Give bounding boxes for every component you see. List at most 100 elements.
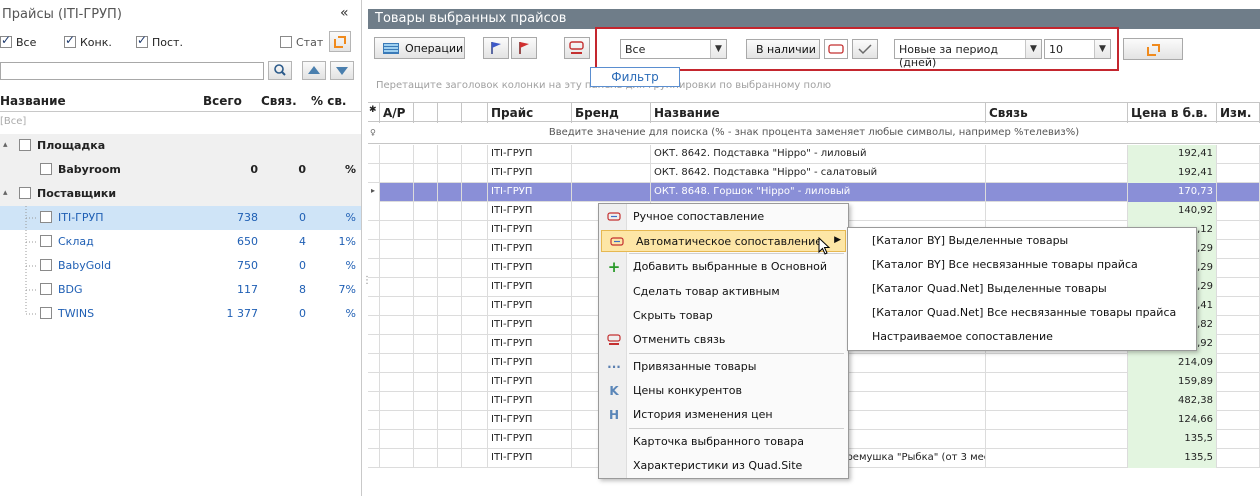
- cell-price[interactable]: 192,41: [1128, 145, 1217, 164]
- menu-item[interactable]: Характеристики из Quad.Site: [599, 455, 848, 477]
- submenu-item[interactable]: [Каталог Quad.Net] Выделенные товары: [848, 278, 1196, 300]
- row-indicator[interactable]: [368, 449, 380, 468]
- table-cell[interactable]: [414, 297, 438, 316]
- row-indicator[interactable]: [368, 202, 380, 221]
- table-cell[interactable]: [380, 335, 414, 354]
- refresh-button[interactable]: [329, 31, 351, 52]
- collapse-icon[interactable]: ▴: [3, 140, 8, 150]
- table-cell[interactable]: [414, 430, 438, 449]
- table-cell[interactable]: [986, 164, 1128, 183]
- in-stock-button[interactable]: В наличии: [746, 39, 820, 59]
- table-cell[interactable]: [380, 278, 414, 297]
- table-cell[interactable]: [380, 354, 414, 373]
- submenu-item[interactable]: Настраиваемое сопоставление: [848, 326, 1196, 348]
- table-cell[interactable]: [380, 183, 414, 202]
- column-change[interactable]: Изм.: [1217, 103, 1260, 123]
- submenu-item[interactable]: [Каталог BY] Все несвязанные товары прай…: [848, 254, 1196, 276]
- table-cell[interactable]: [1217, 240, 1260, 259]
- menu-item[interactable]: Карточка выбранного товара: [599, 431, 848, 453]
- column-name[interactable]: Название: [651, 103, 986, 123]
- table-cell[interactable]: [380, 240, 414, 259]
- table-cell[interactable]: [438, 392, 462, 411]
- row-indicator[interactable]: [368, 145, 380, 164]
- table-cell[interactable]: [380, 297, 414, 316]
- tree-group-checkbox[interactable]: [19, 187, 31, 199]
- filter-suppliers-checkbox[interactable]: [136, 33, 148, 48]
- cell-price[interactable]: 135,5: [1128, 430, 1217, 449]
- table-cell[interactable]: [462, 202, 488, 221]
- filter-all-checkbox[interactable]: [0, 33, 12, 48]
- row-indicator[interactable]: [368, 392, 380, 411]
- table-cell[interactable]: [414, 145, 438, 164]
- table-cell[interactable]: [572, 183, 651, 202]
- cell-price-list[interactable]: ITI-ГРУП: [488, 183, 572, 202]
- cell-price-list[interactable]: ITI-ГРУП: [488, 316, 572, 335]
- menu-item[interactable]: Ручное сопоставление: [599, 206, 848, 228]
- menu-item[interactable]: Отменить связь: [599, 329, 848, 351]
- table-cell[interactable]: [1217, 354, 1260, 373]
- table-cell[interactable]: [462, 392, 488, 411]
- table-cell[interactable]: [462, 449, 488, 468]
- cell-price-list[interactable]: ITI-ГРУП: [488, 278, 572, 297]
- table-cell[interactable]: [1217, 449, 1260, 468]
- table-cell[interactable]: [986, 392, 1128, 411]
- table-cell[interactable]: [380, 316, 414, 335]
- filter-competitors[interactable]: Конк.: [64, 33, 112, 49]
- row-indicator[interactable]: [368, 259, 380, 278]
- table-cell[interactable]: [438, 202, 462, 221]
- link-toggle-button[interactable]: [824, 39, 848, 59]
- table-cell[interactable]: [380, 221, 414, 240]
- flag-red-button[interactable]: [511, 37, 537, 59]
- table-cell[interactable]: [1217, 145, 1260, 164]
- table-cell[interactable]: [438, 430, 462, 449]
- column-price-list[interactable]: Прайс: [488, 103, 572, 123]
- table-cell[interactable]: [438, 145, 462, 164]
- table-cell[interactable]: [414, 411, 438, 430]
- filter-competitors-checkbox[interactable]: [64, 33, 76, 48]
- cell-price[interactable]: 214,09: [1128, 354, 1217, 373]
- table-cell[interactable]: [1217, 183, 1260, 202]
- tree-group-checkbox[interactable]: [19, 139, 31, 151]
- row-indicator[interactable]: [368, 297, 380, 316]
- table-cell[interactable]: [438, 449, 462, 468]
- search-button[interactable]: [268, 61, 292, 80]
- grid-search-row[interactable]: ♀ Введите значение для поиска (% - знак …: [368, 123, 1260, 144]
- filter-stat-checkbox[interactable]: [280, 36, 292, 48]
- table-cell[interactable]: [438, 411, 462, 430]
- table-cell[interactable]: [572, 145, 651, 164]
- column-brand[interactable]: Бренд: [572, 103, 651, 123]
- row-indicator[interactable]: [368, 430, 380, 449]
- table-cell[interactable]: [986, 183, 1128, 202]
- cell-price[interactable]: 140,92: [1128, 202, 1217, 221]
- tree-header-linked[interactable]: Связ.: [261, 94, 297, 108]
- table-cell[interactable]: [986, 202, 1128, 221]
- tree-group-platform[interactable]: ▴ Площадка: [0, 134, 361, 158]
- table-cell[interactable]: [986, 373, 1128, 392]
- filter-stat[interactable]: Стат: [280, 35, 323, 49]
- cell-price-list[interactable]: ITI-ГРУП: [488, 335, 572, 354]
- table-cell[interactable]: [462, 183, 488, 202]
- table-cell[interactable]: [438, 259, 462, 278]
- table-cell[interactable]: [380, 164, 414, 183]
- submenu-item[interactable]: [Каталог BY] Выделенные товары: [848, 230, 1196, 252]
- column-link[interactable]: Связь: [986, 103, 1128, 123]
- cell-price[interactable]: 124,66: [1128, 411, 1217, 430]
- table-cell[interactable]: [462, 430, 488, 449]
- table-cell[interactable]: [1217, 335, 1260, 354]
- cell-price-list[interactable]: ITI-ГРУП: [488, 430, 572, 449]
- apply-filter-button[interactable]: [1123, 38, 1183, 60]
- table-cell[interactable]: [380, 392, 414, 411]
- cell-price-list[interactable]: ITI-ГРУП: [488, 145, 572, 164]
- collapse-panel-button[interactable]: «: [340, 5, 349, 21]
- move-up-button[interactable]: [302, 61, 326, 80]
- cell-name[interactable]: ОКТ. 8648. Горшок "Hippo" - лиловый: [651, 183, 986, 202]
- table-cell[interactable]: [462, 240, 488, 259]
- table-cell[interactable]: [1217, 202, 1260, 221]
- category-select[interactable]: Все ▼: [620, 39, 727, 59]
- cell-price[interactable]: 159,89: [1128, 373, 1217, 392]
- table-cell[interactable]: [1217, 411, 1260, 430]
- table-row[interactable]: ITI-ГРУП ОКТ. 8642. Подставка "Hippo" - с…: [368, 164, 1260, 183]
- table-cell[interactable]: [462, 335, 488, 354]
- column-chooser-icon[interactable]: ✱: [368, 103, 380, 123]
- table-cell[interactable]: [380, 145, 414, 164]
